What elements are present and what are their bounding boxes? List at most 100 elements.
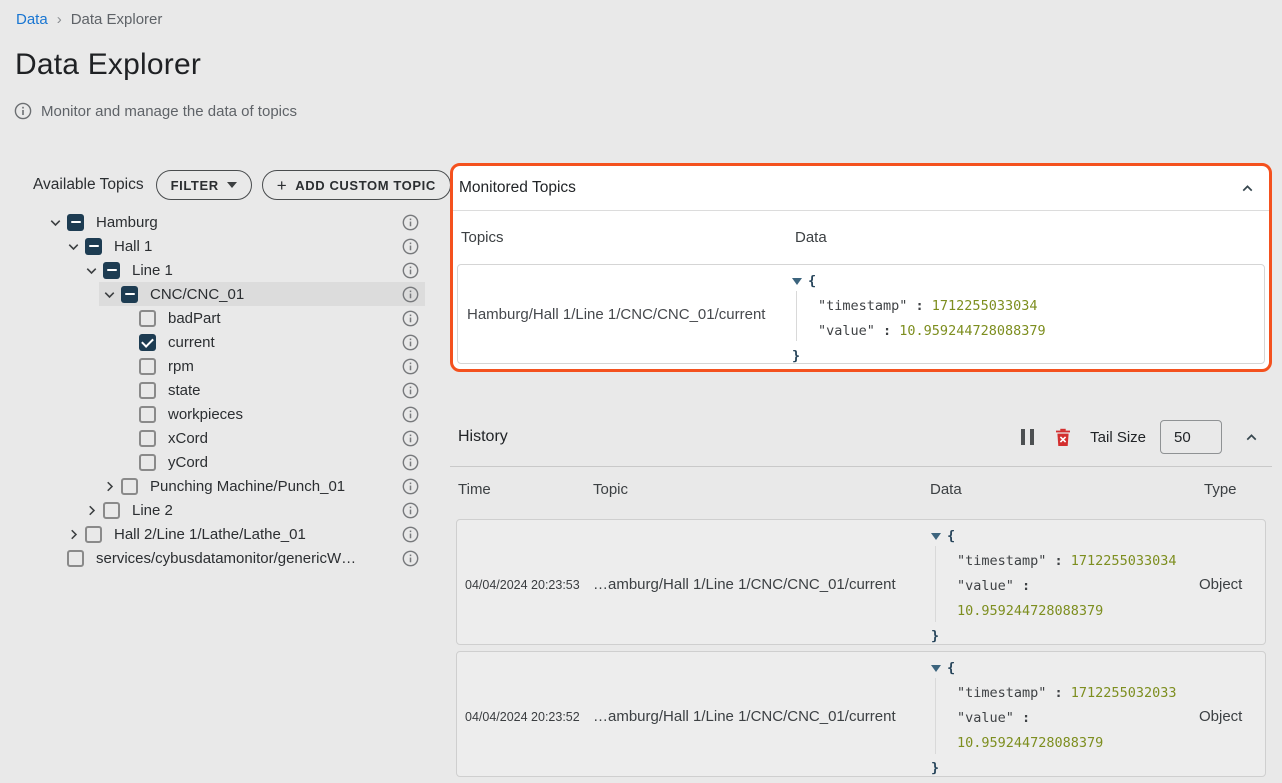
checkbox-ycord[interactable] <box>139 454 156 471</box>
info-icon[interactable] <box>402 454 419 471</box>
divider <box>450 466 1272 467</box>
info-icon[interactable] <box>402 502 419 519</box>
tree-item-line-1[interactable]: Line 1 <box>45 258 425 282</box>
tree-item-xcord[interactable]: xCord <box>45 426 425 450</box>
info-icon[interactable] <box>402 382 419 399</box>
checkbox-current[interactable] <box>139 334 156 351</box>
tree-item-body[interactable]: workpieces <box>117 402 425 426</box>
checkbox-cnc-cnc-01[interactable] <box>121 286 138 303</box>
expander-spacer <box>117 380 137 400</box>
checkbox-rpm[interactable] <box>139 358 156 375</box>
history-row: 04/04/2024 20:23:53…amburg/Hall 1/Line 1… <box>456 519 1266 645</box>
tree-item-body[interactable]: Hamburg <box>45 210 425 234</box>
tree-item-hamburg[interactable]: Hamburg <box>45 210 425 234</box>
info-icon[interactable] <box>402 358 419 375</box>
checkbox-hall-2-line-1-lathe-lathe-01[interactable] <box>85 526 102 543</box>
tree-item-body[interactable]: badPart <box>117 306 425 330</box>
json-key: "timestamp" <box>818 298 907 314</box>
info-icon[interactable] <box>402 334 419 351</box>
tree-item-body[interactable]: Punching Machine/Punch_01 <box>99 474 425 498</box>
json-colon: : <box>1014 710 1030 726</box>
tree-item-body[interactable]: yCord <box>117 450 425 474</box>
checkbox-punching-machine-punch-01[interactable] <box>121 478 138 495</box>
add-custom-topic-button[interactable]: + ADD CUSTOM TOPIC <box>262 170 451 200</box>
tree-item-label: Line 2 <box>132 502 173 519</box>
tree-item-hall-2-line-1-lathe-lathe-01[interactable]: Hall 2/Line 1/Lathe/Lathe_01 <box>45 522 425 546</box>
info-icon[interactable] <box>402 262 419 279</box>
monitored-json-viewer: { "timestamp" : 1712255033034 "value" : … <box>792 265 1046 363</box>
json-key: "value" <box>818 323 875 339</box>
json-value: 10.959244728088379 <box>957 603 1103 619</box>
checkbox-state[interactable] <box>139 382 156 399</box>
info-icon[interactable] <box>402 238 419 255</box>
history-json-viewer: {"timestamp" : 1712255033034"value" :10.… <box>931 520 1199 649</box>
tree-item-hall-1[interactable]: Hall 1 <box>45 234 425 258</box>
history-json-viewer: {"timestamp" : 1712255032033"value" :10.… <box>931 652 1199 781</box>
pause-icon[interactable] <box>1021 429 1035 445</box>
info-icon[interactable] <box>402 478 419 495</box>
info-icon[interactable] <box>402 214 419 231</box>
info-icon[interactable] <box>402 550 419 567</box>
tree-item-body[interactable]: current <box>117 330 425 354</box>
tree-item-cnc-cnc-01[interactable]: CNC/CNC_01 <box>45 282 425 306</box>
tree-item-ycord[interactable]: yCord <box>45 450 425 474</box>
chevron-right-icon[interactable] <box>99 476 119 496</box>
tree-item-punching-machine-punch-01[interactable]: Punching Machine/Punch_01 <box>45 474 425 498</box>
tree-item-label: Punching Machine/Punch_01 <box>150 478 345 495</box>
tree-item-services-cybusdatamonitor-genericw[interactable]: services/cybusdatamonitor/genericW… <box>45 546 425 570</box>
chevron-up-icon[interactable] <box>1243 429 1260 446</box>
json-collapse-icon[interactable] <box>792 278 802 285</box>
checkbox-hall-1[interactable] <box>85 238 102 255</box>
tree-item-body[interactable]: state <box>117 378 425 402</box>
tree-item-body[interactable]: xCord <box>117 426 425 450</box>
tree-item-badpart[interactable]: badPart <box>45 306 425 330</box>
info-icon[interactable] <box>402 406 419 423</box>
tree-item-body[interactable]: CNC/CNC_01 <box>99 282 425 306</box>
checkbox-line-2[interactable] <box>103 502 120 519</box>
chevron-right-icon[interactable] <box>81 500 101 520</box>
info-icon[interactable] <box>402 526 419 543</box>
tree-item-line-2[interactable]: Line 2 <box>45 498 425 522</box>
tail-size-input[interactable] <box>1160 420 1222 454</box>
page-subtitle-text: Monitor and manage the data of topics <box>41 103 297 120</box>
json-value: 10.959244728088379 <box>899 323 1045 339</box>
filter-button[interactable]: FILTER <box>156 170 252 200</box>
tree-item-label: yCord <box>168 454 208 471</box>
chevron-right-icon[interactable] <box>63 524 83 544</box>
checkbox-badpart[interactable] <box>139 310 156 327</box>
checkbox-xcord[interactable] <box>139 430 156 447</box>
tree-item-current[interactable]: current <box>45 330 425 354</box>
tree-item-state[interactable]: state <box>45 378 425 402</box>
monitored-column-headers: Topics Data <box>453 211 1269 264</box>
chevron-down-icon[interactable] <box>63 236 83 256</box>
history-header: History Tail Size <box>450 415 1272 459</box>
chevron-up-icon[interactable] <box>1239 180 1256 197</box>
breadcrumb-link-data[interactable]: Data <box>16 11 48 28</box>
tree-item-label: Hamburg <box>96 214 158 231</box>
history-rows: 04/04/2024 20:23:53…amburg/Hall 1/Line 1… <box>456 519 1266 783</box>
tree-item-workpieces[interactable]: workpieces <box>45 402 425 426</box>
checkbox-hamburg[interactable] <box>67 214 84 231</box>
tree-item-rpm[interactable]: rpm <box>45 354 425 378</box>
chevron-down-icon[interactable] <box>81 260 101 280</box>
json-collapse-icon[interactable] <box>931 533 941 540</box>
chevron-down-icon[interactable] <box>99 284 119 304</box>
checkbox-workpieces[interactable] <box>139 406 156 423</box>
tree-item-body[interactable]: Line 1 <box>81 258 425 282</box>
chevron-down-icon[interactable] <box>45 212 65 232</box>
info-icon[interactable] <box>402 286 419 303</box>
monitored-topics-title: Monitored Topics <box>459 179 576 197</box>
tree-item-body[interactable]: rpm <box>117 354 425 378</box>
checkbox-services-cybusdatamonitor-genericw[interactable] <box>67 550 84 567</box>
tree-item-body[interactable]: Hall 2/Line 1/Lathe/Lathe_01 <box>63 522 425 546</box>
info-icon[interactable] <box>402 310 419 327</box>
tree-item-body[interactable]: Hall 1 <box>63 234 425 258</box>
json-open-brace: { <box>947 528 955 544</box>
clear-history-trash-icon[interactable] <box>1055 428 1071 447</box>
info-icon[interactable] <box>402 430 419 447</box>
tree-item-body[interactable]: services/cybusdatamonitor/genericW… <box>45 546 425 570</box>
tree-item-body[interactable]: Line 2 <box>81 498 425 522</box>
json-collapse-icon[interactable] <box>931 665 941 672</box>
checkbox-line-1[interactable] <box>103 262 120 279</box>
tree-item-label: Line 1 <box>132 262 173 279</box>
